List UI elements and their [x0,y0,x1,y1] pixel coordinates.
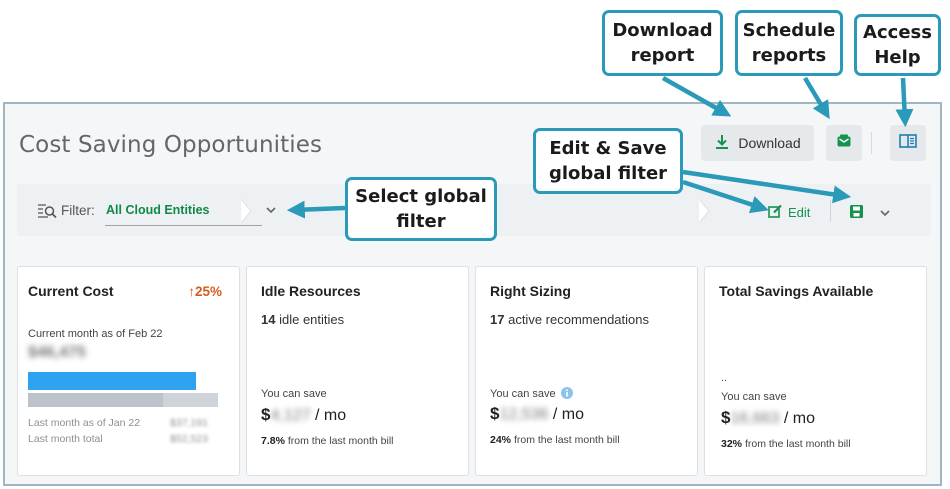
save-icon[interactable] [849,204,864,224]
filter-search-icon [37,203,57,224]
total-savings: $16,663 / mo [721,408,815,427]
idle-pct-text: from the last month bill [287,435,394,447]
current-cost-card[interactable]: Current Cost ↑25% Current month as of Fe… [17,266,240,476]
download-button[interactable]: Download [701,125,814,161]
dots: .. [721,372,728,384]
arrow-up-icon: ↑ [188,284,195,299]
idle-count-text: idle entities [279,312,345,327]
total-savings-card[interactable]: Total Savings Available .. You can save … [704,266,927,476]
chevron-down-icon[interactable] [879,206,891,224]
book-icon [899,133,917,153]
save-label: You can save [490,388,556,400]
edit-label: Edit [788,205,811,220]
idle-count: 14 [261,312,276,327]
idle-count-row: 14 idle entities [261,312,344,327]
edit-filter-button[interactable]: Edit [768,204,810,221]
current-month-bar [28,372,196,390]
info-icon[interactable] [560,387,573,402]
card-connector-icon [241,199,252,223]
last-month-total-row: Last month total $52,523 [28,433,208,445]
per-month: / mo [314,407,347,424]
card-connector-icon [699,199,710,223]
filter-divider [830,200,831,222]
last-month-total-label: Last month total [28,433,103,445]
save-label: You can save [721,391,787,403]
cost-saving-panel: Cost Saving Opportunities Download Filte… [3,102,942,486]
per-month: / mo [552,406,584,423]
right-sizing-card[interactable]: Right Sizing 17 active recommendations Y… [475,266,698,476]
toolbar-divider [871,132,872,154]
last-month-asof-row: Last month as of Jan 22 $37,191 [28,417,208,429]
save-label: You can save [261,388,327,400]
rightsizing-count-row: 17 active recommendations [490,312,649,327]
rightsizing-pct-row: 24% from the last month bill [490,434,620,446]
rightsizing-savings-amount: 12,536 [499,406,549,423]
schedule-reports-icon [836,133,852,154]
last-month-total-value: $52,523 [170,433,208,445]
filter-underline [105,225,262,226]
download-icon [714,134,730,153]
last-month-asof-label: Last month as of Jan 22 [28,417,141,429]
cost-change: ↑25% [188,284,222,299]
current-month-label: Current month as of Feb 22 [28,328,163,340]
rightsizing-pct-text: from the last month bill [513,434,620,446]
help-button[interactable] [890,125,926,161]
schedule-reports-button[interactable] [826,125,862,161]
filter-label: Filter: [61,203,95,218]
card-title: Right Sizing [490,283,571,299]
rightsizing-pct: 24% [490,434,512,446]
callout-help: Access Help [854,14,941,76]
edit-icon [768,204,783,221]
total-savings-amount: 16,663 [730,410,780,427]
download-button-label: Download [738,135,801,151]
current-cost-amount: $46,475 [28,344,86,361]
total-pct-text: from the last month bill [744,438,851,450]
total-pct-row: 32% from the last month bill [721,438,851,450]
idle-pct-row: 7.8% from the last month bill [261,435,394,447]
idle-savings: $4,127 / mo [261,405,347,424]
last-month-asof-bar [28,393,163,407]
card-title: Total Savings Available [719,283,874,299]
idle-savings-amount: 4,127 [270,407,311,424]
save-label-row: You can save [490,387,573,402]
per-month: / mo [783,410,815,427]
chevron-down-icon[interactable] [265,203,277,221]
rightsizing-count-text: active recommendations [508,312,649,327]
rightsizing-savings: $12,536 / mo [490,404,584,423]
page-title: Cost Saving Opportunities [19,132,323,158]
idle-resources-card[interactable]: Idle Resources 14 idle entities You can … [246,266,469,476]
total-pct: 32% [721,438,743,450]
card-title: Current Cost [28,283,114,299]
filter-select[interactable]: All Cloud Entities [106,203,209,217]
idle-pct: 7.8% [261,435,285,447]
callout-schedule: Schedule reports [735,10,843,76]
rightsizing-count: 17 [490,312,505,327]
cost-change-value: 25% [194,284,222,299]
card-title: Idle Resources [261,283,361,299]
callout-edit-save: Edit & Save global filter [533,128,683,194]
callout-select-filter: Select global filter [345,177,497,241]
last-month-asof-value: $37,191 [170,417,208,429]
callout-download: Download report [602,10,723,76]
